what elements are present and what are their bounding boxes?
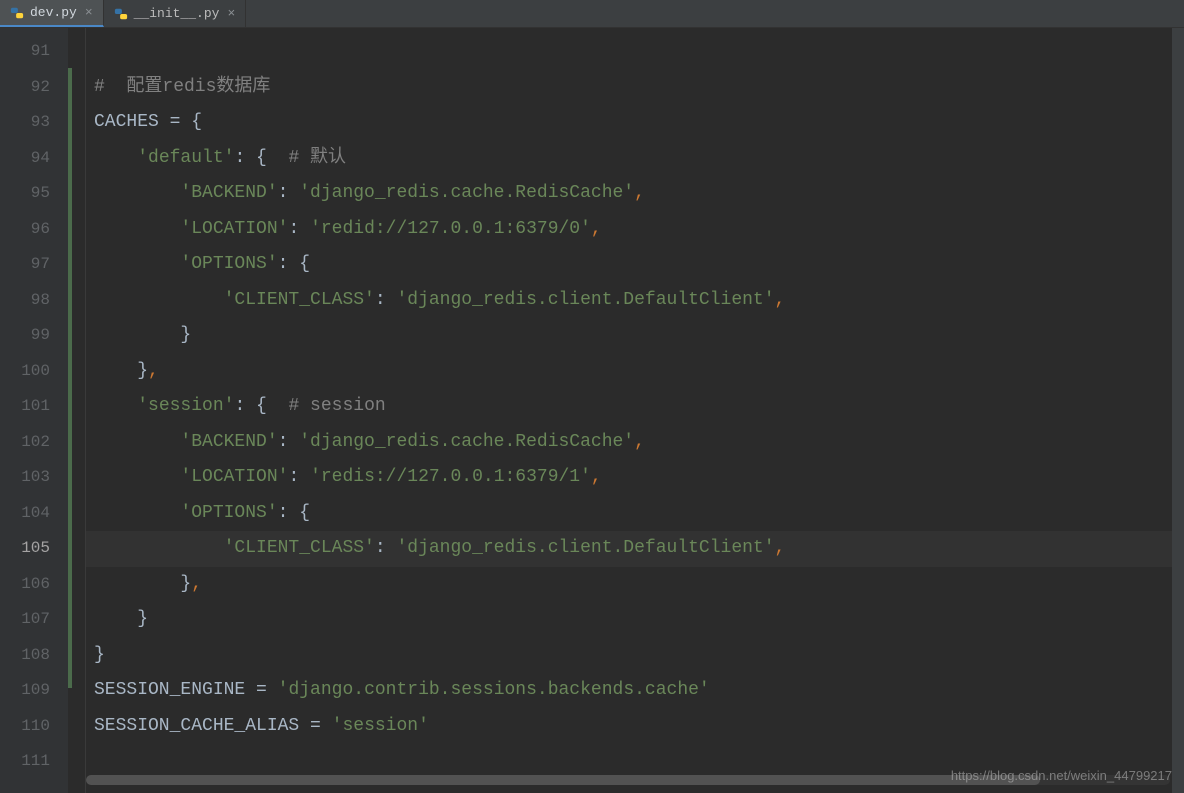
- line-number: 103: [0, 460, 68, 496]
- code-line: 'OPTIONS': {: [94, 496, 1172, 532]
- line-number: 101: [0, 389, 68, 425]
- line-number: 99: [0, 318, 68, 354]
- right-margin-strip: [1172, 28, 1184, 793]
- tab-init-py[interactable]: __init__.py ×: [104, 0, 247, 27]
- fold-strip: [68, 28, 86, 793]
- tab-dev-py[interactable]: dev.py ×: [0, 0, 104, 27]
- code-line: CACHES = {: [94, 105, 1172, 141]
- line-number: 106: [0, 567, 68, 603]
- line-number: 102: [0, 425, 68, 461]
- code-line: }: [94, 638, 1172, 674]
- modification-marker: [68, 68, 72, 688]
- line-number: 108: [0, 638, 68, 674]
- line-number: 105: [0, 531, 68, 567]
- code-line: SESSION_ENGINE = 'django.contrib.session…: [94, 673, 1172, 709]
- code-area[interactable]: # 配置redis数据库 CACHES = { 'default': { # 默…: [86, 28, 1172, 793]
- tab-label: dev.py: [30, 5, 77, 20]
- close-icon[interactable]: ×: [227, 6, 235, 21]
- code-line: 'BACKEND': 'django_redis.cache.RedisCach…: [94, 176, 1172, 212]
- tab-bar: dev.py × __init__.py ×: [0, 0, 1184, 28]
- code-line: 'session': { # session: [94, 389, 1172, 425]
- line-number: 93: [0, 105, 68, 141]
- python-icon: [114, 7, 128, 21]
- line-number: 109: [0, 673, 68, 709]
- code-line: 'BACKEND': 'django_redis.cache.RedisCach…: [94, 425, 1172, 461]
- line-number: 98: [0, 283, 68, 319]
- line-number: 92: [0, 70, 68, 106]
- code-line: 'default': { # 默认: [94, 141, 1172, 177]
- line-number: 95: [0, 176, 68, 212]
- line-number: 100: [0, 354, 68, 390]
- code-line: 'LOCATION': 'redid://127.0.0.1:6379/0',: [94, 212, 1172, 248]
- line-number: 96: [0, 212, 68, 248]
- line-number: 94: [0, 141, 68, 177]
- watermark-text: https://blog.csdn.net/weixin_44799217: [951, 768, 1172, 783]
- scrollbar-thumb[interactable]: [86, 775, 1040, 785]
- code-line: 'OPTIONS': {: [94, 247, 1172, 283]
- line-number: 97: [0, 247, 68, 283]
- line-number: 104: [0, 496, 68, 532]
- code-line: }: [94, 602, 1172, 638]
- code-line: SESSION_CACHE_ALIAS = 'session': [94, 709, 1172, 745]
- line-number: 111: [0, 744, 68, 780]
- code-line: }: [94, 318, 1172, 354]
- editor: 9192939495969798991001011021031041051061…: [0, 28, 1184, 793]
- code-line: 'CLIENT_CLASS': 'django_redis.client.Def…: [94, 283, 1172, 319]
- code-line: },: [94, 354, 1172, 390]
- line-number: 107: [0, 602, 68, 638]
- code-line: # 配置redis数据库: [94, 70, 1172, 106]
- code-line-current: 'CLIENT_CLASS': 'django_redis.client.Def…: [86, 531, 1172, 567]
- line-number: 110: [0, 709, 68, 745]
- code-line: 'LOCATION': 'redis://127.0.0.1:6379/1',: [94, 460, 1172, 496]
- close-icon[interactable]: ×: [85, 5, 93, 20]
- python-icon: [10, 6, 24, 20]
- line-number: 91: [0, 34, 68, 70]
- tab-label: __init__.py: [134, 6, 220, 21]
- code-line: [94, 34, 1172, 70]
- line-number-gutter: 9192939495969798991001011021031041051061…: [0, 28, 68, 793]
- code-line: },: [94, 567, 1172, 603]
